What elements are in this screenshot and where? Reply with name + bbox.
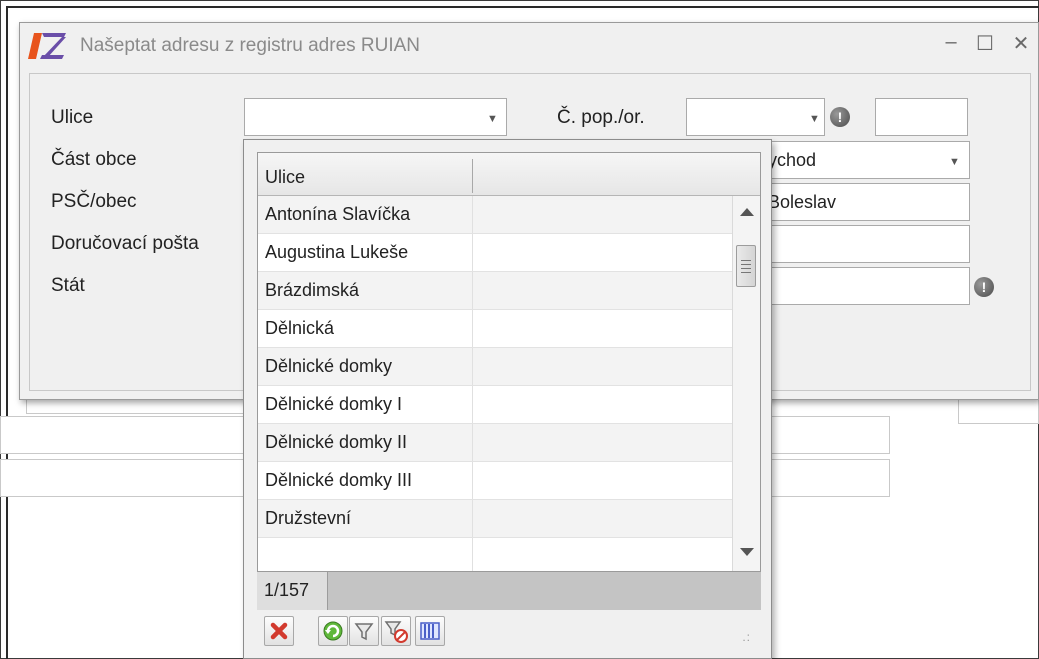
columns-button[interactable] bbox=[415, 616, 445, 646]
list-item-label: Antonína Slavíčka bbox=[265, 204, 411, 224]
cancel-button[interactable] bbox=[264, 616, 294, 646]
minimize-button[interactable]: – bbox=[938, 31, 964, 54]
country-label: Stát bbox=[51, 275, 85, 296]
list-item-label: Dělnické domky III bbox=[265, 470, 413, 490]
list-item[interactable]: Dělnické domky I bbox=[258, 386, 732, 424]
orientation-number-field[interactable] bbox=[875, 98, 968, 136]
chevron-down-icon[interactable]: ▼ bbox=[949, 156, 960, 168]
window-title: Našeptat adresu z registru adres RUIAN bbox=[80, 35, 421, 56]
list-item-label: Dělnické domky bbox=[265, 356, 393, 376]
filter-icon bbox=[354, 623, 374, 641]
scroll-down-icon[interactable] bbox=[740, 548, 754, 556]
clear-filter-icon bbox=[384, 621, 408, 643]
list-item[interactable] bbox=[258, 538, 732, 571]
scrollbar-thumb[interactable] bbox=[736, 245, 756, 287]
refresh-button[interactable] bbox=[318, 616, 348, 646]
list-item-label: Augustina Lukeše bbox=[265, 242, 409, 262]
title-bar[interactable]: Našeptat adresu z registru adres RUIAN –… bbox=[20, 23, 1038, 69]
warning-icon: ! bbox=[974, 277, 994, 297]
post-office-label: Doručovací pošta bbox=[51, 233, 199, 254]
district-combobox[interactable]: ychod bbox=[760, 141, 970, 179]
record-counter: 1/157 bbox=[257, 572, 328, 610]
grid-toolbar: .: bbox=[257, 610, 761, 650]
app-logo-icon bbox=[28, 33, 66, 59]
list-item[interactable]: Dělnické domky III bbox=[258, 462, 732, 500]
list-item-label: Družstevní bbox=[265, 508, 352, 528]
grid-header: Ulice bbox=[258, 153, 760, 196]
street-suggestion-dropdown: Ulice Antonína Slavíčka Augustina Lukeše… bbox=[243, 139, 772, 659]
list-item-label: Dělnické domky I bbox=[265, 394, 403, 414]
house-number-label: Č. pop./or. bbox=[557, 107, 645, 128]
list-item-label: Brázdimská bbox=[265, 280, 360, 300]
zip-city-label: PSČ/obec bbox=[51, 191, 137, 212]
resize-grip-icon[interactable]: .: bbox=[742, 630, 751, 644]
list-item[interactable]: Augustina Lukeše bbox=[258, 234, 732, 272]
list-item[interactable]: Antonína Slavíčka bbox=[258, 196, 732, 234]
filter-button[interactable] bbox=[349, 616, 379, 646]
maximize-button[interactable]: ☐ bbox=[972, 31, 998, 56]
chevron-down-icon[interactable]: ▼ bbox=[487, 113, 498, 125]
suggestion-grid: Ulice Antonína Slavíčka Augustina Lukeše… bbox=[257, 152, 761, 572]
post-office-field[interactable] bbox=[760, 225, 970, 263]
district-label: Část obce bbox=[51, 149, 137, 170]
list-item[interactable]: Brázdimská bbox=[258, 272, 732, 310]
city-field[interactable]: Boleslav bbox=[760, 183, 970, 221]
list-item[interactable]: Dělnické domky bbox=[258, 348, 732, 386]
column-divider[interactable] bbox=[472, 159, 473, 193]
chevron-down-icon[interactable]: ▼ bbox=[809, 113, 820, 125]
street-combobox[interactable] bbox=[244, 98, 507, 136]
list-item[interactable]: Dělnické domky II bbox=[258, 424, 732, 462]
scroll-up-icon[interactable] bbox=[740, 208, 754, 216]
clear-filter-button[interactable] bbox=[381, 616, 411, 646]
list-item-label: Dělnické domky II bbox=[265, 432, 408, 452]
country-field[interactable] bbox=[760, 267, 970, 305]
warning-icon: ! bbox=[830, 107, 850, 127]
close-button[interactable]: ✕ bbox=[1008, 31, 1034, 56]
record-counter-bar: 1/157 bbox=[257, 572, 761, 610]
list-item[interactable]: Družstevní bbox=[258, 500, 732, 538]
street-label: Ulice bbox=[51, 107, 94, 128]
house-number-combobox[interactable] bbox=[686, 98, 825, 136]
list-item[interactable]: Dělnická bbox=[258, 310, 732, 348]
vertical-scrollbar[interactable] bbox=[732, 196, 760, 571]
refresh-icon bbox=[323, 621, 343, 641]
list-item-label: Dělnická bbox=[265, 318, 335, 338]
delete-x-icon bbox=[270, 622, 288, 640]
columns-icon bbox=[420, 622, 440, 640]
column-header-street[interactable]: Ulice bbox=[265, 167, 305, 188]
